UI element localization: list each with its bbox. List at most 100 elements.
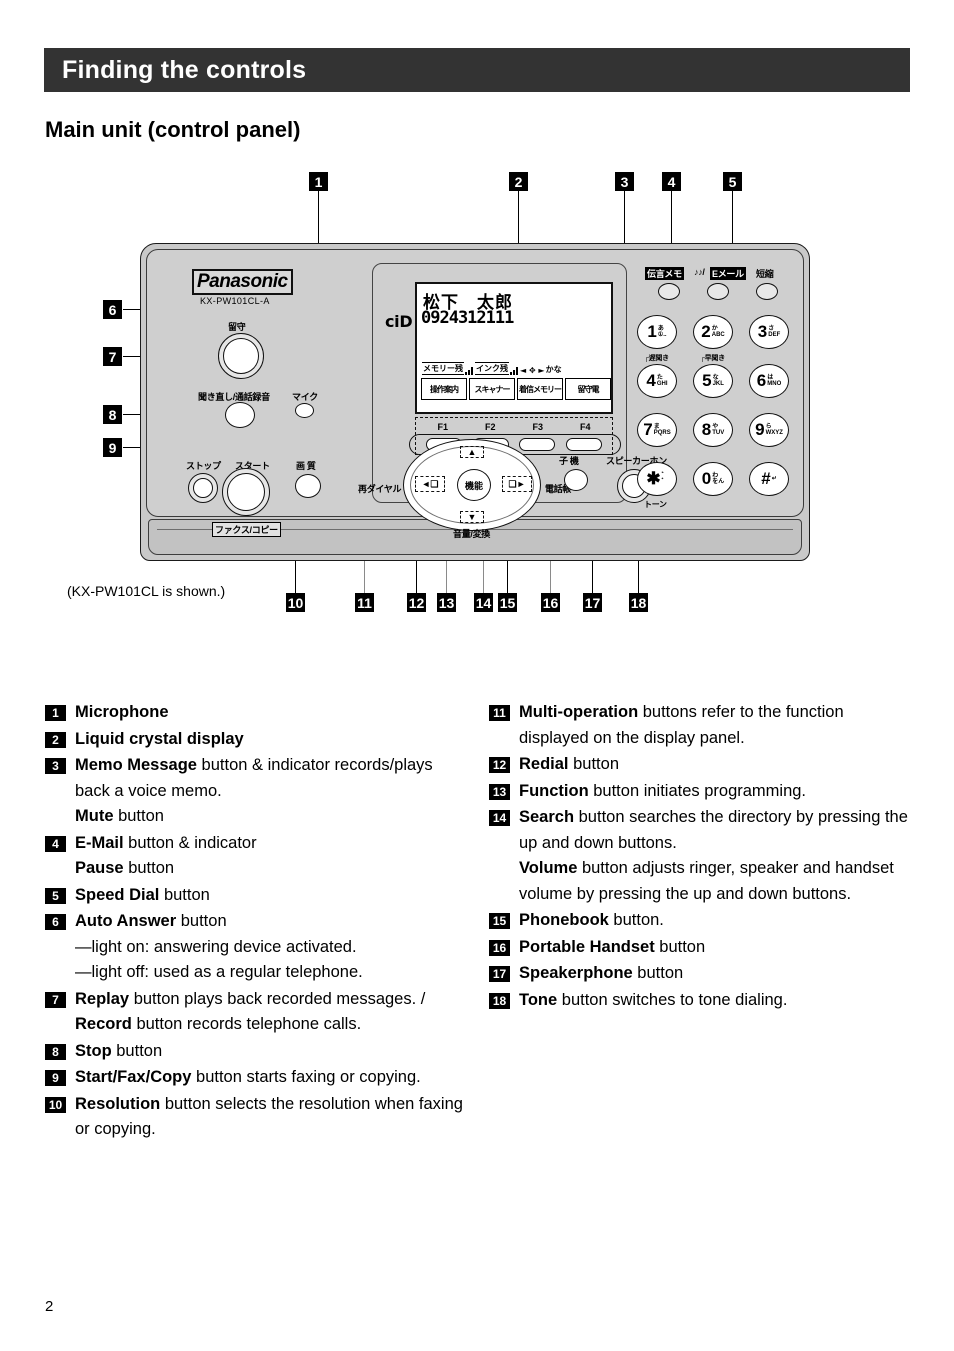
speed-dial-button[interactable] — [756, 283, 778, 300]
volume-label: 音量/変換 — [453, 529, 491, 539]
redial-label: 再ダイヤル — [358, 484, 402, 494]
tone-label: トーン — [644, 500, 667, 509]
multi-operation-button-f4[interactable] — [565, 438, 602, 451]
legend-item-18: 18 Tone button switches to tone dialing. — [489, 988, 911, 1014]
legend-item-5: 5 Speed Dial button — [45, 883, 467, 909]
keypad-digit-4: 4 — [646, 371, 656, 390]
diagram-caption: (KX-PW101CL is shown.) — [67, 583, 226, 599]
replay-record-label: 聞き直し/通話録音 — [198, 392, 270, 402]
callout-17: 17 — [583, 593, 602, 612]
keypad-button-6[interactable]: 6 は MNO — [749, 364, 789, 398]
legend-text-14: Search button searches the directory by … — [519, 808, 908, 903]
panasonic-logo: Panasonic — [192, 269, 293, 295]
keypad-button-3[interactable]: 3 さ DEF — [749, 315, 789, 349]
liquid-crystal-display: 松下 太郎 0924312111 メモリー残 インク残 ◄ ✥ ► かな 操作案… — [415, 282, 613, 414]
email-note-icon: ♪♪/ — [694, 267, 705, 277]
lcd-caller-number: 0924312111 — [421, 308, 514, 328]
legend-number-17: 17 — [489, 966, 510, 982]
keypad-digit-9: 9 — [755, 420, 765, 439]
keypad-button-1[interactable]: 1 あ ①.. — [637, 315, 677, 349]
legend-text-15: Phonebook button. — [519, 911, 664, 929]
down-arrow-button[interactable]: ▼ — [460, 511, 484, 523]
keypad-alpha-0: をん — [712, 479, 725, 485]
keypad-button-8[interactable]: 8 や TUV — [693, 413, 733, 447]
legend-item-6: 6 Auto Answer button —light on: answering … — [45, 909, 467, 986]
keypad-digit-3: 3 — [757, 322, 768, 341]
callout-9: 9 — [103, 438, 122, 457]
legend-text-7: Replay button plays back recorded messag… — [75, 989, 426, 1034]
keypad-alpha-9: WXYZ — [765, 430, 783, 436]
legend-item-15: 15 Phonebook button. — [489, 908, 911, 934]
legend-item-10: 10 Resolution button selects the resoluti… — [45, 1092, 467, 1143]
lcd-status-bar: メモリー残 インク残 ◄ ✥ ► かな — [422, 362, 562, 375]
legend-item-7: 7 Replay button plays back recorded messa… — [45, 987, 467, 1038]
legend-item-16: 16 Portable Handset button — [489, 935, 911, 961]
keypad-button-star[interactable]: ✱ ゛゜ — [637, 462, 677, 496]
keypad-kana-4: た — [656, 374, 663, 381]
legend-text-9: Start/Fax/Copy button starts faxing or c… — [75, 1068, 421, 1086]
stop-button[interactable] — [188, 473, 218, 503]
keypad-button-5[interactable]: 5 な JKL — [693, 364, 733, 398]
keypad-button-2[interactable]: 2 か ABC — [693, 315, 733, 349]
redial-button[interactable]: ◄❑ — [415, 476, 445, 492]
portable-handset-button[interactable] — [564, 469, 588, 491]
keypad-alpha-3: DEF — [768, 332, 781, 338]
legend-number-14: 14 — [489, 810, 510, 826]
keypad-button-4[interactable]: 4 た GHI — [637, 364, 677, 398]
legend-text-5: Speed Dial button — [75, 885, 210, 904]
legend-text-18: Tone button switches to tone dialing. — [519, 990, 788, 1009]
keypad-button-7[interactable]: 7 ま PQRS — [637, 413, 677, 447]
microphone-icon — [295, 403, 314, 418]
keypad-kana-6: は — [767, 374, 774, 381]
lcd-ink-label: インク残 — [475, 362, 509, 375]
keypad-button-hash[interactable]: # ↵ — [749, 462, 789, 496]
legend-text-2: Liquid crystal display — [75, 729, 244, 748]
legend-number-15: 15 — [489, 913, 510, 929]
callout-2: 2 — [509, 172, 528, 191]
legend-text-10: Resolution button selects the resolution… — [75, 1094, 463, 1139]
keypad-kana-1: あ — [657, 325, 664, 332]
replay-record-button[interactable] — [225, 402, 255, 428]
legend-number-8: 8 — [45, 1043, 66, 1060]
keypad-kana-star: ゛ — [661, 472, 668, 479]
callout-1: 1 — [309, 172, 328, 191]
page-title: Finding the controls — [62, 55, 307, 84]
email-button[interactable] — [707, 283, 729, 300]
legend-number-13: 13 — [489, 783, 510, 800]
start-fax-copy-button[interactable] — [222, 468, 270, 516]
memo-message-button[interactable] — [658, 283, 680, 300]
multi-operation-button-f3[interactable] — [519, 438, 556, 451]
control-panel-diagram: 1 2 3 4 5 6 7 8 9 10 11 12 13 14 15 16 1… — [45, 165, 911, 630]
keypad-kana-9: ら — [765, 423, 772, 430]
legend-item-2: 2 Liquid crystal display — [45, 727, 467, 753]
keypad-kana-8: や — [712, 423, 719, 430]
keypad-digit-6: 6 — [756, 371, 767, 390]
phonebook-search-button[interactable]: ❑► — [502, 476, 532, 492]
up-arrow-button[interactable]: ▲ — [460, 446, 484, 458]
legend-text-17: Speakerphone button — [519, 964, 684, 982]
legend-column-left: 1 Microphone 2 Liquid crystal display 3 Memo … — [45, 700, 467, 1144]
legend-item-17: 17 Speakerphone button — [489, 961, 911, 987]
keypad-kana-7: ま — [653, 423, 660, 430]
portable-handset-label: 子 機 — [559, 456, 579, 466]
keypad-digit-star: ✱ — [646, 469, 661, 488]
controls-legend: 1 Microphone 2 Liquid crystal display 3 Memo … — [45, 700, 911, 1144]
legend-number-16: 16 — [489, 939, 510, 956]
callout-18: 18 — [629, 593, 648, 612]
keypad-kana-hash: ↵ — [771, 475, 777, 482]
function-button[interactable]: 機能 — [457, 469, 491, 501]
legend-number-2: 2 — [45, 731, 66, 748]
legend-number-7: 7 — [45, 991, 66, 1008]
legend-item-14: 14 Search button searches the directory b… — [489, 805, 911, 907]
resolution-button[interactable] — [295, 474, 321, 498]
legend-text-13: Function button initiates programming. — [519, 781, 807, 800]
keypad-button-0[interactable]: 0 わをん — [693, 462, 733, 496]
keypad-button-9[interactable]: 9 ら WXYZ — [749, 413, 789, 447]
legend-item-11: 11 Multi-operation buttons refer to the f… — [489, 700, 911, 751]
auto-answer-button[interactable] — [218, 333, 264, 379]
microphone-label: マイク — [292, 392, 318, 402]
legend-column-right: 11 Multi-operation buttons refer to the f… — [489, 700, 911, 1144]
callout-10: 10 — [286, 593, 305, 612]
callout-16: 16 — [541, 593, 560, 612]
keypad-alpha-4: GHI — [656, 381, 668, 387]
